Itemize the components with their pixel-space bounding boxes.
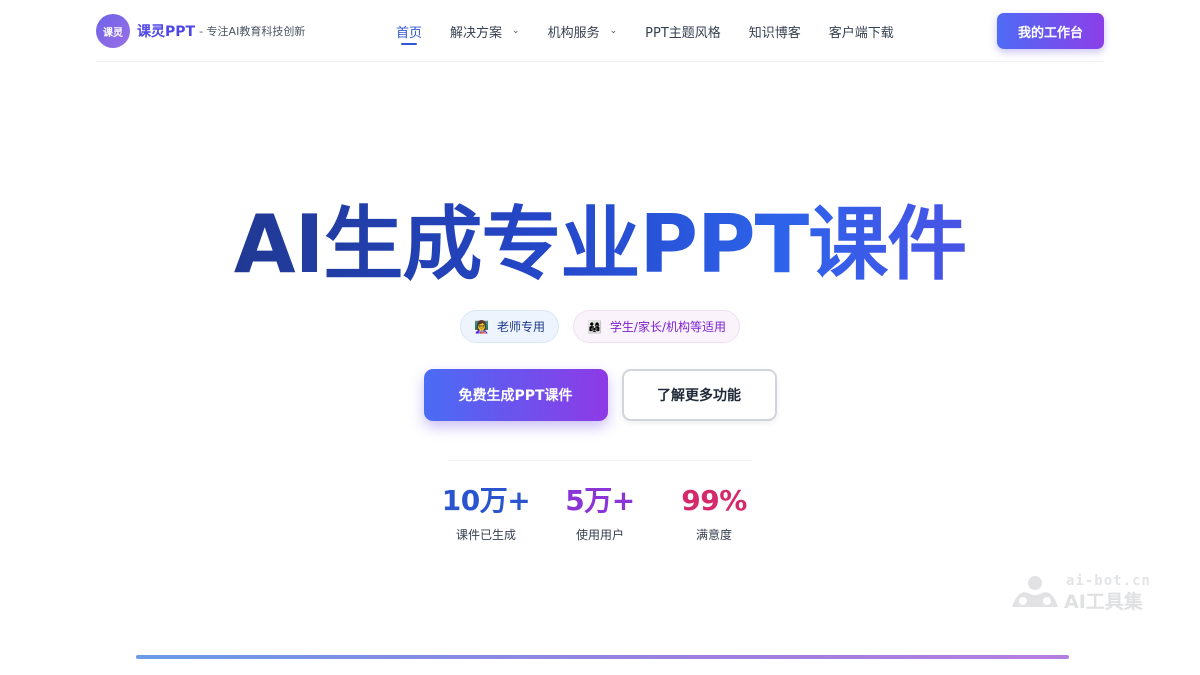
stat-courseware-generated: 10万+ 课件已生成 [429, 482, 543, 543]
bottom-gradient-bar [136, 655, 1069, 659]
learn-more-button[interactable]: 了解更多功能 [621, 369, 777, 421]
stat-users: 5万+ 使用用户 [543, 482, 657, 543]
divider [448, 460, 752, 461]
stat-value: 5万+ [565, 484, 635, 517]
watermark-name: AI工具集 [1064, 591, 1143, 613]
nav-item-label: 首页 [396, 25, 423, 41]
hero-title: AI生成专业PPT课件 [0, 200, 1200, 290]
watermark-logo-icon [1012, 576, 1058, 607]
audience-tags: 👩‍🏫 老师专用 👨‍👩‍👧 学生/家长/机构等适用 [0, 310, 1200, 343]
nav-item-client-download[interactable]: 客户端下载 [829, 0, 894, 62]
nav-item-label: 解决方案 [450, 25, 503, 41]
nav-item-label: 知识博客 [748, 25, 801, 41]
nav-item-home[interactable]: 首页 [396, 0, 422, 62]
logo-tagline: - 专注AI教育科技创新 [199, 25, 306, 38]
nav-item-institution-services[interactable]: 机构服务 ⌄ [548, 0, 618, 62]
chevron-down-icon: ⌄ [609, 26, 618, 36]
cta-row: 免费生成PPT课件 了解更多功能 [0, 369, 1200, 421]
site-header: 课灵 课灵PPT - 专注AI教育科技创新 首页 解决方案 ⌄ 机构服务 ⌄ P… [96, 0, 1104, 62]
nav-item-solutions[interactable]: 解决方案 ⌄ [450, 0, 520, 62]
teacher-emoji-icon: 👩‍🏫 [473, 319, 489, 334]
stat-label: 课件已生成 [455, 528, 516, 542]
watermark: ai-bot.cn AI工具集 [1010, 573, 1170, 613]
stat-label: 满意度 [695, 528, 732, 542]
logo-name: 课灵PPT [137, 24, 196, 40]
tag-label: 学生/家长/机构等适用 [609, 320, 726, 334]
stat-value: 10万+ [441, 484, 531, 517]
stat-label: 使用用户 [575, 528, 624, 542]
main-nav: 首页 解决方案 ⌄ 机构服务 ⌄ PPT主题风格 知识博客 客户端下载 [396, 0, 922, 62]
tag-label: 老师专用 [496, 320, 545, 334]
tag-students-parents: 👨‍👩‍👧 学生/家长/机构等适用 [572, 310, 740, 343]
nav-item-ppt-themes[interactable]: PPT主题风格 [645, 0, 721, 62]
nav-item-label: 机构服务 [547, 25, 600, 41]
stats-row: 10万+ 课件已生成 5万+ 使用用户 99% 满意度 [0, 482, 1200, 543]
stat-satisfaction: 99% 满意度 [657, 482, 771, 543]
chevron-down-icon: ⌄ [512, 26, 520, 36]
logo-mark: 课灵 [96, 14, 130, 48]
generate-ppt-button[interactable]: 免费生成PPT课件 [423, 369, 608, 421]
nav-item-label: 客户端下载 [828, 25, 894, 41]
tag-teacher: 👩‍🏫 老师专用 [459, 310, 559, 343]
nav-item-label: PPT主题风格 [645, 25, 721, 41]
workbench-button[interactable]: 我的工作台 [997, 13, 1104, 49]
logo[interactable]: 课灵 课灵PPT - 专注AI教育科技创新 [96, 14, 305, 48]
page: 课灵 课灵PPT - 专注AI教育科技创新 首页 解决方案 ⌄ 机构服务 ⌄ P… [0, 0, 1200, 675]
family-emoji-icon: 👨‍👩‍👧 [586, 319, 602, 334]
stat-value: 99% [681, 484, 747, 517]
nav-item-blog[interactable]: 知识博客 [749, 0, 801, 62]
